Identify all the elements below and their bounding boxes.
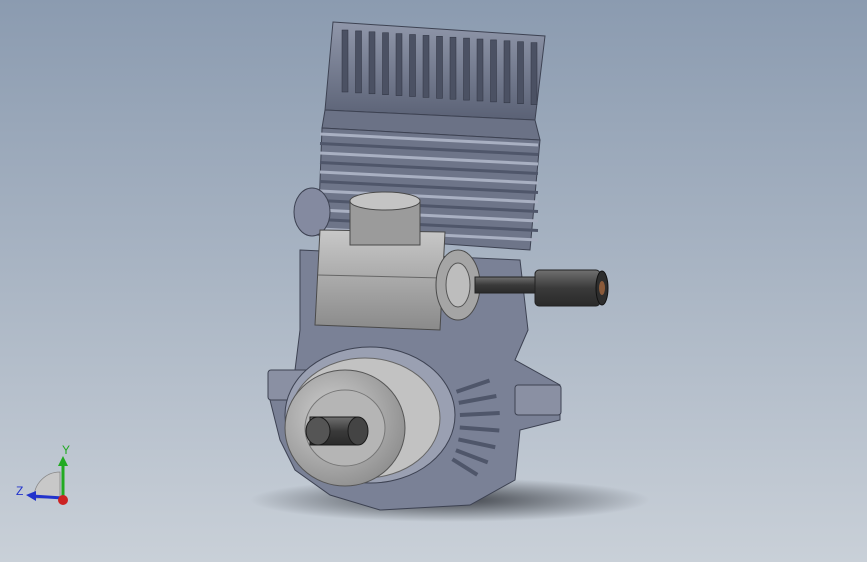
head-fin (422, 35, 430, 98)
head-fin (463, 37, 470, 101)
head-fin (476, 38, 484, 102)
head-fin (409, 34, 416, 97)
head-fin (382, 32, 389, 95)
cylinder-head[interactable] (321, 21, 546, 141)
head-fin (436, 36, 443, 99)
engine-model-view[interactable] (0, 0, 867, 562)
head-fin (355, 30, 362, 94)
head-fin (490, 39, 497, 103)
y-axis-arrowhead (58, 456, 68, 466)
head-cooling-fins (341, 29, 538, 105)
graphics-viewport[interactable]: Y Z (0, 0, 867, 562)
head-fin (368, 31, 376, 95)
exhaust-boss[interactable] (293, 187, 331, 237)
head-fin (530, 42, 538, 105)
z-axis-label: Z (16, 484, 23, 498)
head-fin (449, 36, 457, 100)
crankshaft[interactable] (305, 416, 369, 446)
y-axis-label: Y (62, 443, 70, 457)
head-fin (395, 33, 403, 96)
head-fin (517, 41, 524, 104)
z-axis-arrowhead (26, 491, 36, 501)
crankcase-rib (459, 411, 500, 418)
head-fin (341, 29, 349, 93)
x-axis-origin (58, 495, 68, 505)
orientation-triad: Y Z (16, 443, 70, 505)
head-fin (503, 40, 511, 104)
z-axis-arrow (31, 494, 64, 500)
triad-plane (33, 471, 61, 499)
